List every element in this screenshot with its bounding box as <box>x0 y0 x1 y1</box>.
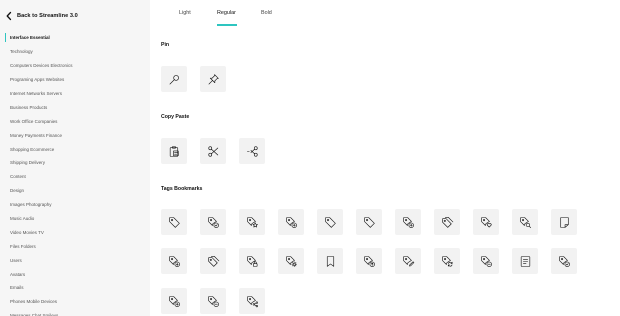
sidebar-item-messages-chat-smileys[interactable]: Messages Chat Smileys <box>5 309 145 316</box>
icon-tile[interactable] <box>356 209 382 235</box>
sidebar-item-music-audio[interactable]: Music Audio <box>5 212 145 226</box>
sidebar-item-design[interactable]: Design <box>5 184 145 198</box>
main-content: Light Regular Bold Pin Copy Paste Tags Boo… <box>150 0 620 316</box>
icon-tile[interactable] <box>239 248 265 274</box>
tag-lock-icon <box>246 255 257 267</box>
tag-edit-icon <box>402 255 414 266</box>
tag-check-icon <box>558 255 570 267</box>
sidebar-item-emails[interactable]: Emails <box>5 281 145 295</box>
tags-icon <box>207 255 219 267</box>
tag-settings-icon <box>285 255 297 267</box>
sidebar-item-content[interactable]: Content <box>5 170 145 184</box>
sidebar-item-shopping-ecommerce[interactable]: Shopping Ecommerce <box>5 142 145 156</box>
tag-refresh-icon <box>441 255 452 267</box>
icon-tile[interactable] <box>161 248 187 274</box>
icon-tile[interactable] <box>551 248 577 274</box>
icon-tile[interactable] <box>551 209 577 235</box>
tag-icon <box>324 216 336 228</box>
icon-tile[interactable] <box>161 138 187 164</box>
icon-tile[interactable] <box>473 248 499 274</box>
icon-tile[interactable] <box>161 288 187 314</box>
icon-tile[interactable] <box>317 248 343 274</box>
tag-icon <box>168 216 180 228</box>
icon-tile[interactable] <box>278 209 304 235</box>
tag-star-icon <box>246 216 258 227</box>
scissors-cut-icon <box>246 145 258 157</box>
tag-search-icon <box>519 216 531 228</box>
back-link-label: Back to Streamline 3.0 <box>17 13 78 19</box>
back-link[interactable]: Back to Streamline 3.0 <box>5 10 78 22</box>
chevron-left-icon <box>6 11 12 21</box>
tag-upload-icon <box>363 255 375 267</box>
pushpin-icon <box>208 73 219 84</box>
tag-remove-icon <box>207 295 219 307</box>
clipboard-icon <box>169 145 179 157</box>
tag-icon <box>363 216 375 228</box>
tag-favorite-icon <box>480 216 492 227</box>
tags-icon <box>441 216 453 228</box>
sidebar-item-avatars[interactable]: Avatars <box>5 267 145 281</box>
icon-tile[interactable] <box>161 66 187 92</box>
sidebar-item-work-office-companies[interactable]: Work Office Companies <box>5 114 145 128</box>
sidebar-item-phones-mobile-devices[interactable]: Phones Mobile Devices <box>5 295 145 309</box>
icon-tile[interactable] <box>512 248 538 274</box>
sidebar-item-money-payments-finance[interactable]: Money Payments Finance <box>5 128 145 142</box>
sidebar-item-internet-networks-servers[interactable]: Internet Networks Servers <box>5 87 145 101</box>
section-title-tags-bookmarks: Tags Bookmarks <box>161 186 203 192</box>
sidebar-item-files-folders[interactable]: Files Folders <box>5 239 145 253</box>
section-title-copy-paste: Copy Paste <box>161 114 190 120</box>
active-tab-indicator <box>217 24 237 26</box>
sidebar-item-images-photography[interactable]: Images Photography <box>5 198 145 212</box>
icon-tile[interactable] <box>473 209 499 235</box>
icon-tile[interactable] <box>161 209 187 235</box>
icon-tile[interactable] <box>200 288 226 314</box>
tag-document-icon <box>520 255 530 267</box>
icon-tile[interactable] <box>200 66 226 92</box>
scissors-icon <box>207 145 218 157</box>
sidebar-item-technology[interactable]: Technology <box>5 45 145 59</box>
bookmark-tag-icon <box>559 216 569 228</box>
icon-tile[interactable] <box>200 248 226 274</box>
tag-remove-icon <box>480 255 492 267</box>
sidebar-item-programing-apps-websites[interactable]: Programing Apps Websites <box>5 73 145 87</box>
tab-bold[interactable]: Bold <box>261 10 272 16</box>
weight-tabs: Light Regular Bold <box>150 0 620 26</box>
icon-tile[interactable] <box>239 288 265 314</box>
icon-tile[interactable] <box>200 138 226 164</box>
tab-regular[interactable]: Regular <box>217 10 236 16</box>
sidebar-item-computers-devices-electronics[interactable]: Computers Devices Electronics <box>5 59 145 73</box>
sidebar-item-shipping-delivery[interactable]: Shipping Delivery <box>5 156 145 170</box>
icon-tile[interactable] <box>239 138 265 164</box>
icon-tile[interactable] <box>395 248 421 274</box>
icon-tile[interactable] <box>356 248 382 274</box>
category-list: Interface Essential Technology Computers D… <box>5 31 145 316</box>
icon-tile[interactable] <box>434 248 460 274</box>
icon-tile[interactable] <box>239 209 265 235</box>
tab-light[interactable]: Light <box>179 10 191 16</box>
section-title-pin: Pin <box>161 42 170 48</box>
sidebar-item-video-movies-tv[interactable]: Video Movies TV <box>5 225 145 239</box>
icon-tile[interactable] <box>278 248 304 274</box>
tag-add-icon <box>168 295 180 307</box>
sidebar: Back to Streamline 3.0 Interface Essenti… <box>0 0 150 316</box>
icon-tile[interactable] <box>512 209 538 235</box>
pin-icon <box>169 74 179 84</box>
tag-share-icon <box>246 295 258 307</box>
tag-download-icon <box>168 255 180 267</box>
sidebar-item-interface-essential[interactable]: Interface Essential <box>5 31 145 45</box>
tag-check-icon <box>207 216 219 228</box>
sidebar-item-business-products[interactable]: Business Products <box>5 100 145 114</box>
tag-add-icon <box>285 216 297 228</box>
icon-tile[interactable] <box>434 209 460 235</box>
tag-add-icon <box>402 216 414 228</box>
bookmark-icon <box>326 255 334 267</box>
sidebar-item-users[interactable]: Users <box>5 253 145 267</box>
icon-tile[interactable] <box>317 209 343 235</box>
icon-tile[interactable] <box>200 209 226 235</box>
icon-tile[interactable] <box>395 209 421 235</box>
